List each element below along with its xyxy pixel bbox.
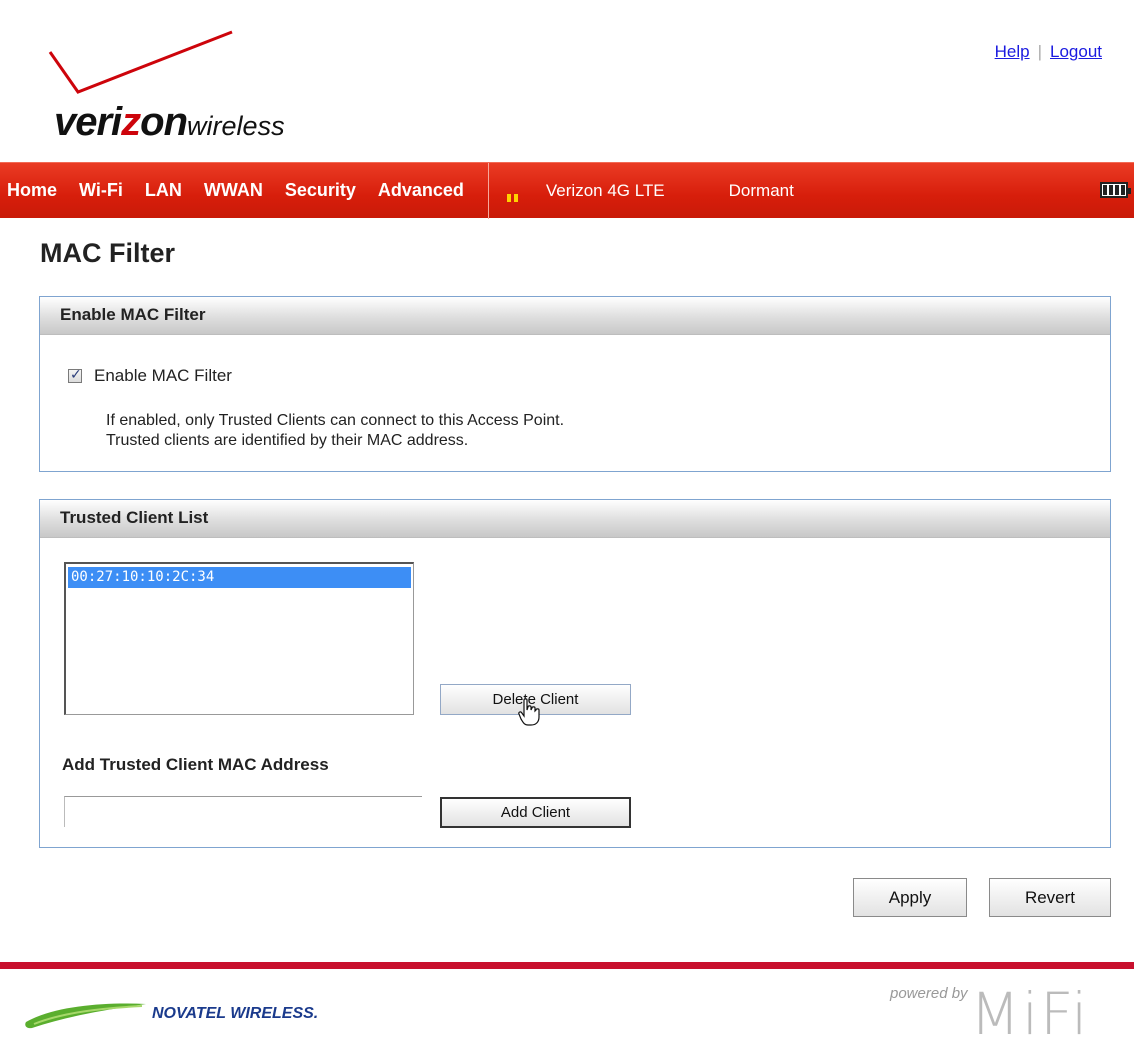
novatel-logo-text: NOVATEL WIRELESS.	[152, 1005, 319, 1022]
apply-button[interactable]: Apply	[853, 878, 967, 917]
enable-mac-filter-checkbox[interactable]	[68, 366, 82, 383]
network-name: Verizon 4G LTE	[545, 180, 665, 200]
top-links: Help | Logout	[995, 42, 1102, 62]
help-link[interactable]: Help	[995, 42, 1030, 61]
nav-item-security[interactable]: Security	[285, 180, 356, 201]
help-line-2: Trusted clients are identified by their …	[106, 432, 469, 449]
nav-divider	[487, 162, 489, 219]
trusted-client-listbox[interactable]: 00:27:10:10:2C:34	[64, 562, 414, 715]
trusted-client-list-panel: Trusted Client List 00:27:10:10:2C:34 De…	[39, 499, 1111, 848]
nav-item-lan[interactable]: LAN	[145, 180, 182, 201]
verizon-checkmark-icon	[48, 30, 233, 94]
hand-cursor-icon	[518, 698, 540, 726]
add-client-button[interactable]: Add Client	[440, 797, 631, 828]
nav-item-advanced[interactable]: Advanced	[378, 180, 464, 201]
link-separator: |	[1037, 42, 1042, 61]
nav-items: Home Wi-Fi LAN WWAN Security Advanced	[0, 163, 486, 218]
main-navbar: Home Wi-Fi LAN WWAN Security Advanced Ve…	[0, 162, 1134, 219]
enable-mac-filter-panel: Enable MAC Filter Enable MAC Filter If e…	[39, 296, 1111, 472]
mac-filter-description: If enabled, only Trusted Clients can con…	[106, 411, 564, 451]
nav-item-wifi[interactable]: Wi-Fi	[79, 180, 123, 201]
logo-wordmark: verizonwireless	[54, 100, 285, 144]
verizon-logo: verizonwireless	[40, 30, 360, 150]
checkbox-label[interactable]: Enable MAC Filter	[94, 366, 232, 386]
novatel-swoosh-icon	[25, 1003, 146, 1029]
footer-divider	[0, 962, 1134, 969]
add-client-label: Add Trusted Client MAC Address	[62, 755, 329, 774]
list-item[interactable]: 00:27:10:10:2C:34	[68, 567, 411, 588]
enable-mac-filter-row: Enable MAC Filter	[68, 366, 232, 386]
panel-header-trusted: Trusted Client List	[40, 500, 1110, 538]
mac-address-input[interactable]	[64, 796, 422, 827]
mifi-logo: MiFi	[970, 980, 1090, 1048]
nav-item-wwan[interactable]: WWAN	[204, 180, 263, 201]
revert-button[interactable]: Revert	[989, 878, 1111, 917]
signal-strength-icon	[506, 190, 518, 202]
logout-link[interactable]: Logout	[1050, 42, 1102, 61]
help-line-1: If enabled, only Trusted Clients can con…	[106, 412, 565, 429]
connection-status: Dormant	[728, 180, 794, 200]
powered-by-text: powered by	[890, 985, 968, 1002]
panel-header-enable: Enable MAC Filter	[40, 297, 1110, 335]
nav-item-home[interactable]: Home	[7, 180, 57, 201]
page-title: MAC Filter	[40, 238, 175, 268]
battery-icon	[1100, 182, 1131, 198]
